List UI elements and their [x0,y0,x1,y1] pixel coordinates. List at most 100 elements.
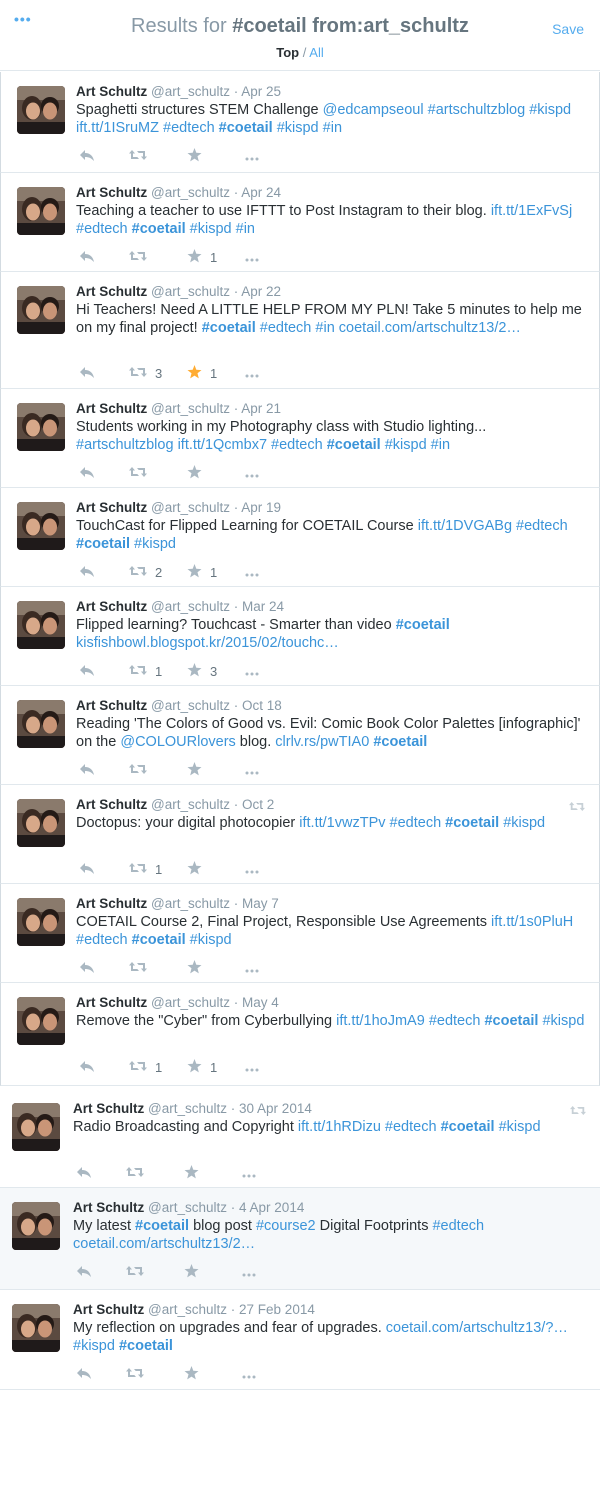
author-name[interactable]: Art Schultz [76,401,147,416]
retweet-button[interactable]: 1 [129,861,162,877]
more-options-button[interactable] [245,960,259,976]
more-options-button[interactable] [245,365,259,381]
more-options-button[interactable] [245,564,259,580]
hashtag-link[interactable]: #edtech [260,320,312,336]
hashtag-link[interactable]: #coetail [484,1013,538,1029]
hashtag-link[interactable]: #kispd [134,536,176,552]
reply-button[interactable] [79,663,95,679]
tweet-timestamp[interactable]: · Apr 19 [234,500,281,515]
author-name[interactable]: Art Schultz [76,284,147,299]
tweet-item[interactable]: Art Schultz @art_schultz · Apr 24 Teachin… [0,173,600,272]
author-handle[interactable]: @art_schultz [151,500,230,515]
more-options-button[interactable] [245,663,259,679]
tweet-timestamp[interactable]: · Oct 2 [234,797,275,812]
hashtag-link[interactable]: #coetail [76,536,130,552]
avatar[interactable] [12,1103,60,1151]
author-handle[interactable]: @art_schultz [148,1200,227,1215]
author-name[interactable]: Art Schultz [76,995,147,1010]
tweet-timestamp[interactable]: · Apr 25 [234,84,281,99]
reply-button[interactable] [79,148,95,164]
hashtag-link[interactable]: #coetail [202,320,256,336]
favorite-button[interactable] [187,761,210,778]
tweet-timestamp[interactable]: · Apr 24 [234,185,281,200]
mention-link[interactable]: @COLOURlovers [120,734,235,750]
favorite-button[interactable]: 1 [187,563,217,580]
retweet-button[interactable] [126,1366,152,1382]
avatar[interactable] [17,403,65,451]
author-handle[interactable]: @art_schultz [151,401,230,416]
retweet-button[interactable] [126,1165,152,1181]
tweet-item[interactable]: Art Schultz @art_schultz · 4 Apr 2014 My … [0,1188,600,1290]
favorite-button[interactable] [187,464,210,481]
tweet-item[interactable]: Art Schultz @art_schultz · Apr 21 Student… [0,389,600,488]
avatar[interactable] [17,799,65,847]
author-name[interactable]: Art Schultz [76,500,147,515]
url-link[interactable]: coetail.com/artschultz13/2… [339,320,521,336]
hashtag-link[interactable]: #coetail [135,1218,189,1234]
tab-all[interactable]: All [309,45,323,60]
author-handle[interactable]: @art_schultz [151,84,230,99]
tweet-timestamp[interactable]: · Apr 22 [234,284,281,299]
author-handle[interactable]: @art_schultz [151,185,230,200]
author-handle[interactable]: @art_schultz [148,1101,227,1116]
hashtag-link[interactable]: #coetail [327,437,381,453]
url-link[interactable]: ift.tt/1ExFvSj [491,203,572,219]
tweet-item[interactable]: Art Schultz @art_schultz · Oct 2 Doctopus… [0,785,600,884]
avatar[interactable] [17,502,65,550]
author-name[interactable]: Art Schultz [76,185,147,200]
hashtag-link[interactable]: #edtech [271,437,323,453]
favorite-button[interactable] [187,860,210,877]
author-name[interactable]: Art Schultz [76,698,147,713]
hashtag-link[interactable]: #coetail [445,815,499,831]
tweet-item[interactable]: Art Schultz @art_schultz · Oct 18 Reading… [0,686,600,785]
tweet-item[interactable]: Art Schultz @art_schultz · Apr 22 Hi Teac… [0,272,600,389]
tweet-timestamp[interactable]: · 27 Feb 2014 [231,1302,315,1317]
hashtag-link[interactable]: #coetail [219,120,273,136]
retweet-button[interactable]: 3 [129,365,162,381]
hashtag-link[interactable]: #in [236,221,255,237]
author-handle[interactable]: @art_schultz [151,284,230,299]
author-name[interactable]: Art Schultz [76,84,147,99]
url-link[interactable]: coetail.com/artschultz13/2… [73,1236,255,1252]
favorite-button[interactable]: 3 [187,662,217,679]
tweet-timestamp[interactable]: · Mar 24 [234,599,284,614]
hashtag-link[interactable]: #in [315,320,334,336]
retweet-button[interactable] [129,148,155,164]
more-options-button[interactable] [245,148,259,164]
reply-button[interactable] [76,1165,92,1181]
author-name[interactable]: Art Schultz [73,1302,144,1317]
hashtag-link[interactable]: #coetail [441,1119,495,1135]
avatar[interactable] [17,187,65,235]
retweet-button[interactable]: 1 [129,1059,162,1075]
favorite-button[interactable] [184,1164,207,1181]
hashtag-link[interactable]: #kispd [190,221,232,237]
tweet-timestamp[interactable]: · 4 Apr 2014 [231,1200,305,1215]
hashtag-link[interactable]: #kispd [503,815,545,831]
retweet-button[interactable] [129,249,155,265]
author-name[interactable]: Art Schultz [76,797,147,812]
reply-button[interactable] [79,564,95,580]
hashtag-link[interactable]: #course2 [256,1218,316,1234]
more-options-button[interactable] [245,861,259,877]
url-link[interactable]: ift.tt/1DVGABg [418,518,512,534]
url-link[interactable]: ift.tt/1vwzTPv [299,815,385,831]
author-handle[interactable]: @art_schultz [151,896,230,911]
hashtag-link[interactable]: #edtech [429,1013,481,1029]
author-handle[interactable]: @art_schultz [151,995,230,1010]
hashtag-link[interactable]: #coetail [396,617,450,633]
favorite-button[interactable]: 1 [187,1058,217,1075]
tweet-timestamp[interactable]: · May 7 [234,896,279,911]
more-options-button[interactable] [245,465,259,481]
more-options-button[interactable] [242,1165,256,1181]
tweet-timestamp[interactable]: · May 4 [234,995,279,1010]
hashtag-link[interactable]: #edtech [390,815,442,831]
hashtag-link[interactable]: #edtech [163,120,215,136]
tweet-item[interactable]: Art Schultz @art_schultz · May 7 COETAIL … [0,884,600,983]
tweet-item[interactable]: Art Schultz @art_schultz · May 4 Remove t… [0,983,600,1086]
avatar[interactable] [12,1202,60,1250]
more-options-button[interactable] [245,762,259,778]
retweet-button[interactable]: 1 [129,663,162,679]
retweet-button[interactable] [129,762,155,778]
hashtag-link[interactable]: #artschultzblog [76,437,174,453]
hashtag-link[interactable]: #edtech [76,221,128,237]
